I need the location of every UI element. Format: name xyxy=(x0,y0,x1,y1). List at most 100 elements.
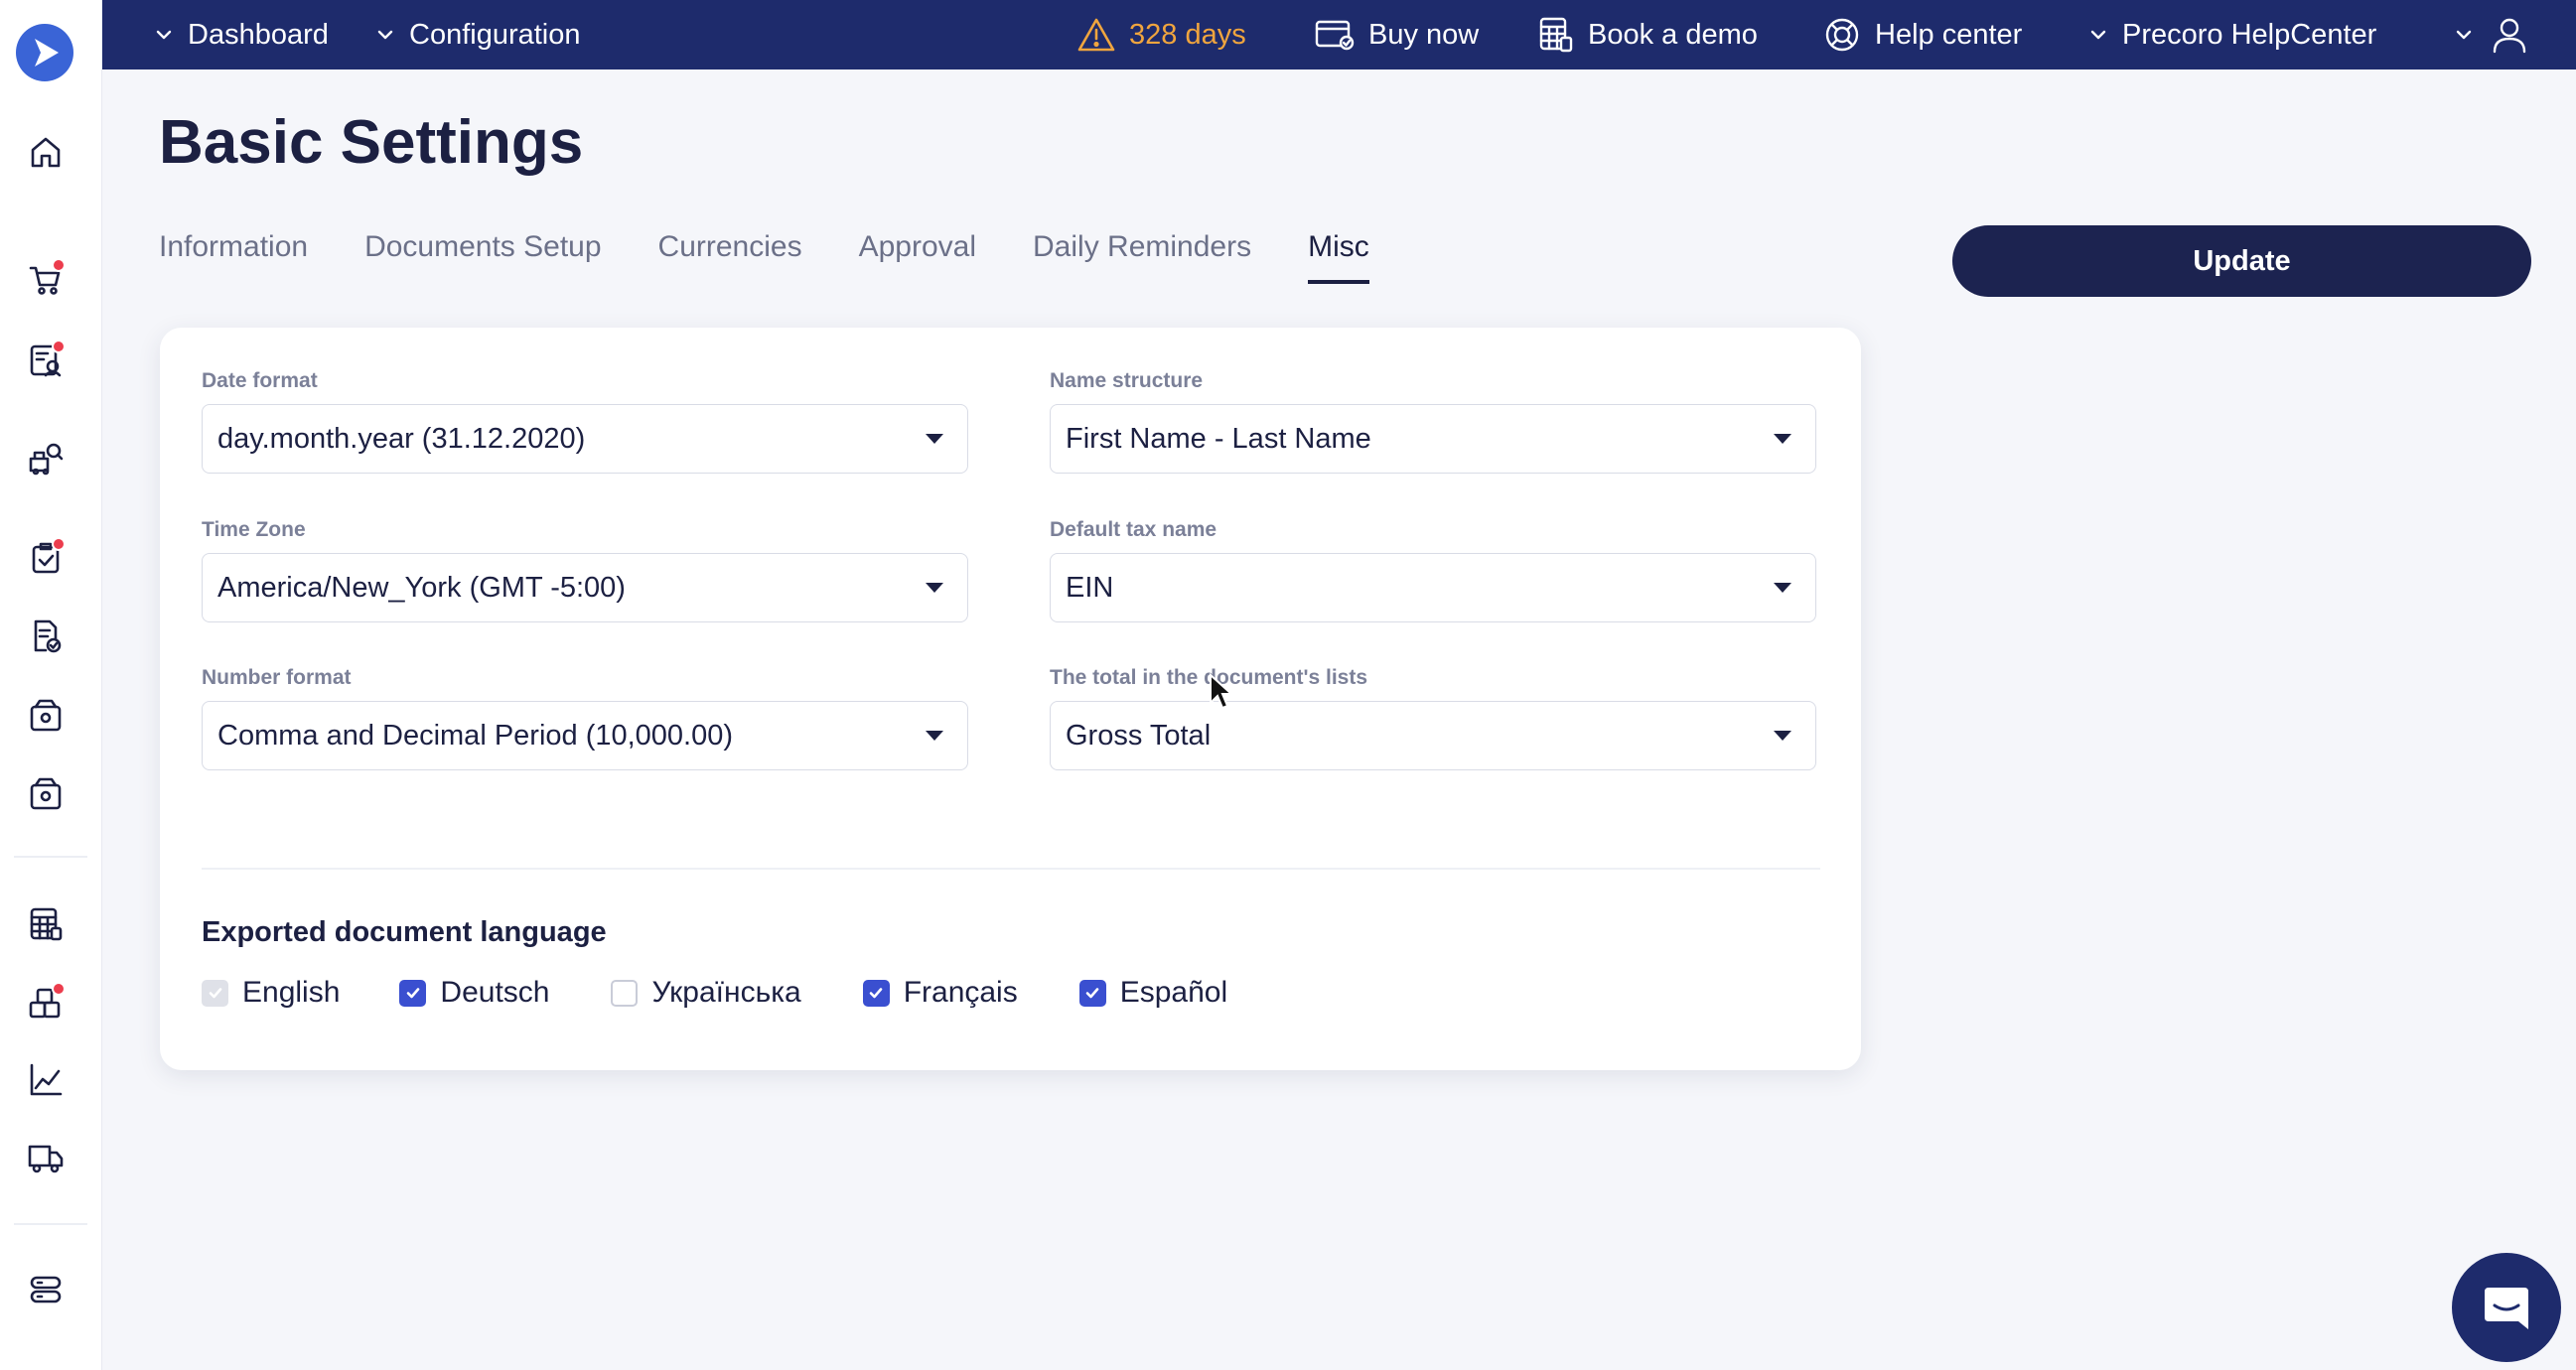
inventory-boxes-icon[interactable] xyxy=(25,982,67,1024)
french-label: Français xyxy=(903,976,1018,1009)
dropdown-caret-icon xyxy=(926,434,943,444)
dashboard-menu[interactable]: Dashboard xyxy=(154,0,329,69)
language-option-spanish[interactable]: Español xyxy=(1078,976,1228,1010)
language-option-ukrainian[interactable]: Українська xyxy=(611,976,801,1010)
language-option-deutsch[interactable]: Deutsch xyxy=(399,976,549,1010)
shopping-cart-icon[interactable] xyxy=(25,258,67,300)
precoro-play-logo[interactable] xyxy=(16,24,73,81)
checkmark-icon xyxy=(406,988,420,999)
notification-dot xyxy=(52,537,66,551)
approval-list-icon[interactable] xyxy=(25,340,67,381)
dashboard-label: Dashboard xyxy=(188,18,329,51)
server-settings-icon[interactable] xyxy=(25,1269,67,1310)
time-zone-select[interactable]: America/New_York (GMT -5:00) xyxy=(202,553,968,622)
time-zone-label: Time Zone xyxy=(202,518,306,541)
wallet-alt-icon[interactable] xyxy=(25,773,67,815)
name-structure-select[interactable]: First Name - Last Name xyxy=(1050,404,1816,474)
spanish-label: Español xyxy=(1119,976,1228,1009)
sidebar xyxy=(0,0,102,1370)
date-format-label: Date format xyxy=(202,369,318,392)
buy-now-link[interactable]: Buy now xyxy=(1315,0,1479,69)
tab-approval[interactable]: Approval xyxy=(859,224,976,286)
page-title: Basic Settings xyxy=(159,108,584,177)
export-language-options: English Deutsch Українська Français Espa… xyxy=(202,973,1227,1013)
number-format-value: Comma and Decimal Period (10,000.00) xyxy=(217,719,734,752)
user-avatar-icon xyxy=(2493,18,2526,54)
name-structure-value: First Name - Last Name xyxy=(1066,422,1371,455)
buy-now-label: Buy now xyxy=(1368,18,1480,51)
tab-misc[interactable]: Misc xyxy=(1308,224,1369,286)
export-language-title: Exported document language xyxy=(202,916,607,948)
sidebar-divider xyxy=(14,1223,87,1225)
chat-launcher-button[interactable] xyxy=(2452,1253,2561,1362)
number-format-label: Number format xyxy=(202,666,352,689)
mouse-cursor-icon xyxy=(1210,673,1234,710)
trial-days-label: 328 days xyxy=(1129,18,1246,51)
date-format-select[interactable]: day.month.year (31.12.2020) xyxy=(202,404,968,474)
dropdown-caret-icon xyxy=(1774,434,1791,444)
book-demo-label: Book a demo xyxy=(1588,18,1758,51)
dropdown-caret-icon xyxy=(1774,583,1791,593)
ukrainian-checkbox[interactable] xyxy=(611,979,639,1007)
user-menu[interactable] xyxy=(2454,0,2527,69)
notification-dot xyxy=(52,982,66,996)
wallet-icon[interactable] xyxy=(25,695,67,737)
calculator-icon xyxy=(1539,17,1573,53)
french-checkbox[interactable] xyxy=(862,979,890,1007)
language-option-english[interactable]: English xyxy=(202,976,340,1010)
delivery-truck-icon[interactable] xyxy=(25,1137,67,1178)
document-check-icon[interactable] xyxy=(25,616,67,657)
settings-tabs: Information Documents Setup Currencies A… xyxy=(159,224,1369,286)
tab-currencies[interactable]: Currencies xyxy=(658,224,802,286)
total-in-lists-value: Gross Total xyxy=(1066,719,1212,752)
english-checkbox[interactable] xyxy=(202,979,228,1007)
tab-documents-setup[interactable]: Documents Setup xyxy=(364,224,601,286)
default-tax-name-label: Default tax name xyxy=(1050,518,1217,541)
help-center-label: Help center xyxy=(1875,18,2023,51)
chevron-down-icon xyxy=(2090,30,2106,40)
default-tax-name-value: EIN xyxy=(1066,571,1114,604)
analytics-chart-icon[interactable] xyxy=(25,1059,67,1101)
tab-information[interactable]: Information xyxy=(159,224,308,286)
chevron-down-icon xyxy=(156,30,172,40)
top-navigation-bar: Dashboard Configuration 328 days Buy now… xyxy=(102,0,2576,69)
credit-card-icon xyxy=(1315,20,1355,51)
section-divider xyxy=(202,868,1820,870)
company-switcher[interactable]: Precoro HelpCenter xyxy=(2088,0,2376,69)
checkmark-icon xyxy=(209,988,221,999)
dropdown-caret-icon xyxy=(926,583,943,593)
help-center-link[interactable]: Help center xyxy=(1823,0,2022,69)
english-label: English xyxy=(242,976,341,1009)
tab-daily-reminders[interactable]: Daily Reminders xyxy=(1033,224,1251,286)
home-icon[interactable] xyxy=(25,131,67,173)
date-format-value: day.month.year (31.12.2020) xyxy=(217,422,586,455)
time-zone-value: America/New_York (GMT -5:00) xyxy=(217,571,626,604)
chevron-down-icon xyxy=(377,30,393,40)
name-structure-label: Name structure xyxy=(1050,369,1204,392)
number-format-select[interactable]: Comma and Decimal Period (10,000.00) xyxy=(202,701,968,770)
chat-bubble-icon xyxy=(2485,1288,2528,1329)
total-in-lists-select[interactable]: Gross Total xyxy=(1050,701,1816,770)
checkmark-icon xyxy=(1085,988,1099,999)
spreadsheet-icon[interactable] xyxy=(25,903,67,945)
language-option-french[interactable]: Français xyxy=(862,976,1018,1010)
configuration-label: Configuration xyxy=(409,18,581,51)
company-label: Precoro HelpCenter xyxy=(2122,18,2377,51)
sidebar-divider xyxy=(14,856,87,858)
chevron-down-icon xyxy=(2456,30,2472,40)
notification-dot xyxy=(52,340,66,353)
book-demo-link[interactable]: Book a demo xyxy=(1538,0,1758,69)
misc-settings-card: Date format day.month.year (31.12.2020) … xyxy=(160,328,1861,1070)
deutsch-checkbox[interactable] xyxy=(399,979,427,1007)
dropdown-caret-icon xyxy=(926,731,943,741)
spanish-checkbox[interactable] xyxy=(1078,979,1106,1007)
configuration-menu[interactable]: Configuration xyxy=(375,0,581,69)
default-tax-name-select[interactable]: EIN xyxy=(1050,553,1816,622)
notification-dot xyxy=(52,258,66,272)
supplier-search-icon[interactable] xyxy=(25,438,67,480)
lifebuoy-icon xyxy=(1825,18,1859,52)
warning-icon xyxy=(1077,18,1115,52)
clipboard-check-icon[interactable] xyxy=(25,537,67,579)
update-button[interactable]: Update xyxy=(1952,225,2531,297)
trial-days-indicator[interactable]: 328 days xyxy=(1077,0,1246,69)
